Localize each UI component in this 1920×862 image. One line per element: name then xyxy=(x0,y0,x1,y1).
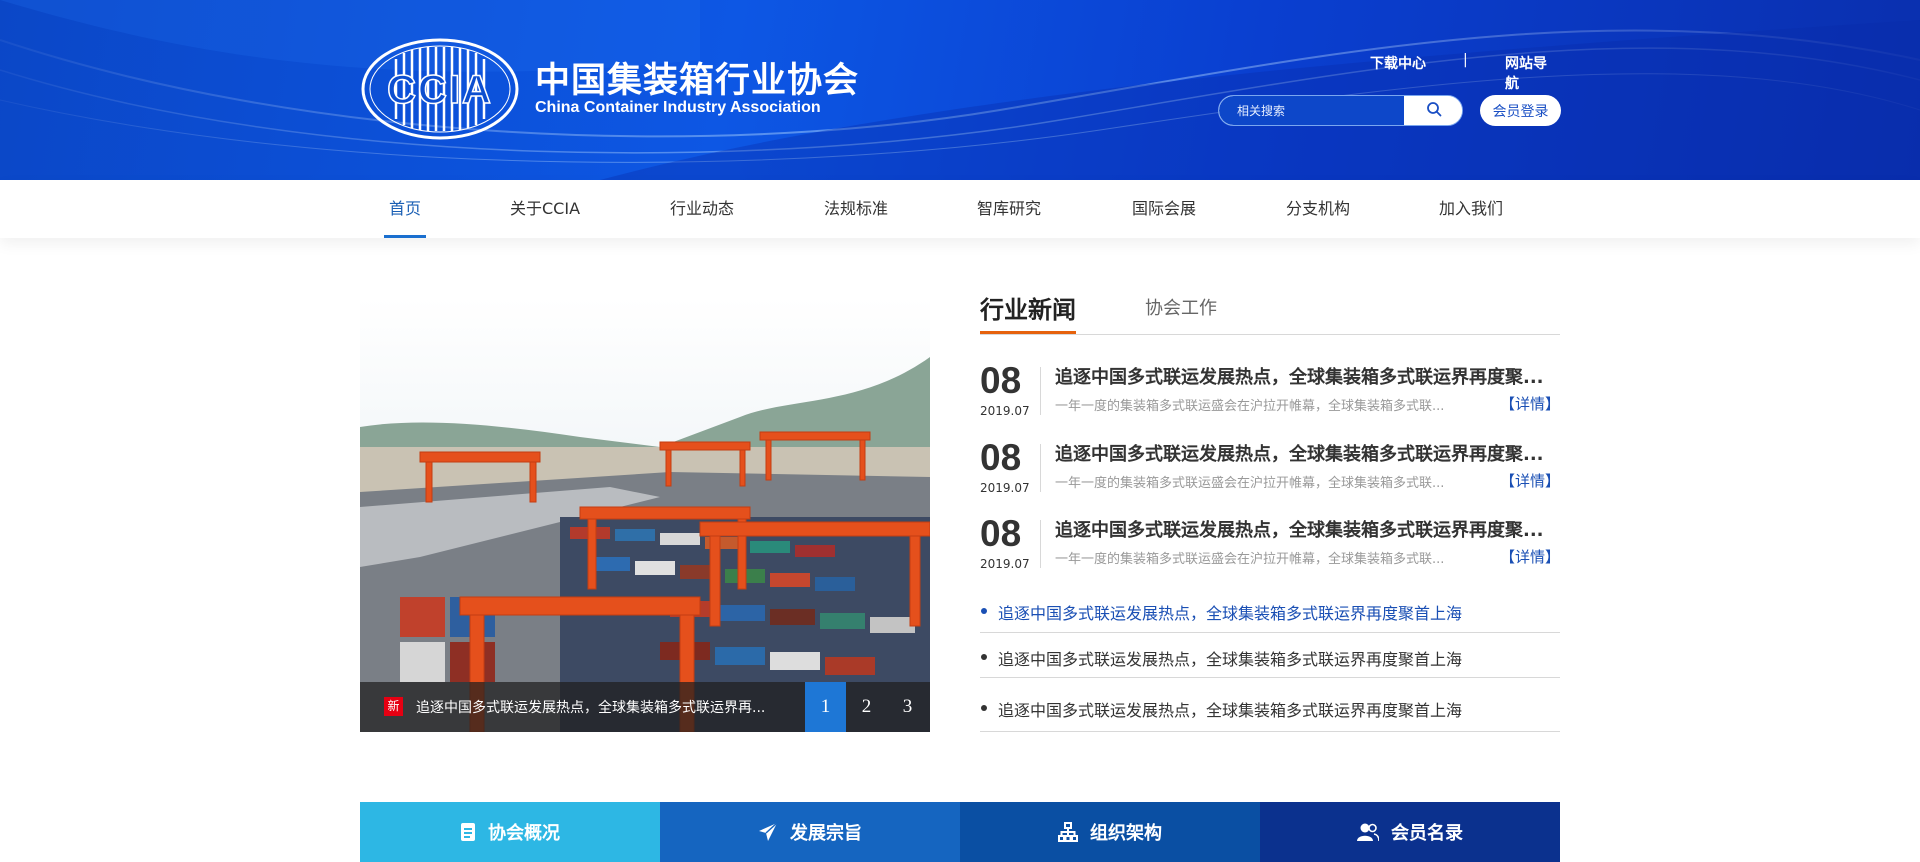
search-input[interactable] xyxy=(1219,96,1404,125)
news-detail-link[interactable]: 【详情】 xyxy=(1500,546,1560,567)
search-icon xyxy=(1426,101,1442,121)
featured-news-item: 08 2019.07 追逐中国多式联运发展热点，全球集装箱多式联运界再度聚...… xyxy=(980,361,1560,421)
quick-link-label: 组织架构 xyxy=(1090,823,1162,844)
site-subtitle: China Container Industry Association xyxy=(535,99,821,116)
header-wave-background xyxy=(0,0,1920,180)
ccia-logo[interactable]: CCIA xyxy=(360,37,520,141)
news-list-title: 追逐中国多式联运发展热点，全球集装箱多式联运界再度聚首上海 xyxy=(998,701,1463,720)
quick-link-members[interactable]: 会员名录 xyxy=(1260,802,1560,862)
users-icon xyxy=(1357,822,1379,842)
top-links: 下载中心 | 网站导航 xyxy=(1360,52,1560,92)
container-port-photo xyxy=(360,297,930,732)
org-chart-icon xyxy=(1058,822,1078,842)
site-title: 中国集装箱行业协会 xyxy=(535,61,860,101)
news-list-item[interactable]: 追逐中国多式联运发展热点，全球集装箱多式联运界再度聚首上海 xyxy=(980,678,1560,732)
tab-industry-news[interactable]: 行业新闻 xyxy=(980,290,1076,334)
news-title-link[interactable]: 追逐中国多式联运发展热点，全球集装箱多式联运界再度聚... xyxy=(1055,440,1560,466)
slide-pager-2[interactable]: 2 xyxy=(846,682,887,732)
site-navigation-link[interactable]: 网站导航 xyxy=(1505,53,1560,93)
news-summary: 一年一度的集装箱多式联运盛会在沪拉开帷幕，全球集装箱多式联... xyxy=(1055,552,1445,567)
nav-regulations-standards[interactable]: 法规标准 xyxy=(824,180,888,238)
news-day: 08 xyxy=(980,360,1022,401)
news-summary: 一年一度的集装箱多式联运盛会在沪拉开帷幕，全球集装箱多式联... xyxy=(1055,399,1445,414)
nav-international-exhibitions[interactable]: 国际会展 xyxy=(1132,180,1196,238)
news-year-month: 2019.07 xyxy=(980,404,1030,418)
news-summary: 一年一度的集装箱多式联运盛会在沪拉开帷幕，全球集装箱多式联... xyxy=(1055,476,1445,491)
news-day: 08 xyxy=(980,513,1022,554)
slide-pager-1[interactable]: 1 xyxy=(805,682,846,732)
nav-industry-news[interactable]: 行业动态 xyxy=(670,180,734,238)
quick-link-organization[interactable]: 组织架构 xyxy=(960,802,1260,862)
quick-link-overview[interactable]: 协会概况 xyxy=(360,802,660,862)
news-divider xyxy=(1040,444,1041,492)
main-navigation: 首页 关于CCIA 行业动态 法规标准 智库研究 国际会展 分支机构 加入我们 xyxy=(0,180,1920,238)
hero-caption-link[interactable]: 追逐中国多式联运发展热点，全球集装箱多式联运界再... xyxy=(416,697,771,717)
news-title-link[interactable]: 追逐中国多式联运发展热点，全球集装箱多式联运界再度聚... xyxy=(1055,363,1560,389)
news-list-title: 追逐中国多式联运发展热点，全球集装箱多式联运界再度聚首上海 xyxy=(998,650,1463,669)
news-tabs: 行业新闻 协会工作 xyxy=(980,290,1560,335)
quick-link-label: 发展宗旨 xyxy=(790,823,862,844)
paper-plane-icon xyxy=(758,822,778,842)
member-login-button[interactable]: 会员登录 xyxy=(1480,95,1561,126)
nav-branches[interactable]: 分支机构 xyxy=(1286,180,1350,238)
nav-about-ccia[interactable]: 关于CCIA xyxy=(510,180,580,238)
news-year-month: 2019.07 xyxy=(980,481,1030,495)
news-list-title: 追逐中国多式联运发展热点，全球集装箱多式联运界再度聚首上海 xyxy=(998,604,1463,623)
news-title-link[interactable]: 追逐中国多式联运发展热点，全球集装箱多式联运界再度聚... xyxy=(1055,516,1560,542)
news-year-month: 2019.07 xyxy=(980,557,1030,571)
quick-link-purpose[interactable]: 发展宗旨 xyxy=(660,802,960,862)
featured-news-item: 08 2019.07 追逐中国多式联运发展热点，全球集装箱多式联运界再度聚...… xyxy=(980,514,1560,574)
svg-text:CCIA: CCIA xyxy=(387,68,493,112)
hero-caption-bar: 新 追逐中国多式联运发展热点，全球集装箱多式联运界再... 1 2 3 xyxy=(360,682,930,732)
site-header: CCIA 中国集装箱行业协会 China Container Industry … xyxy=(0,0,1920,180)
news-divider xyxy=(1040,520,1041,568)
bullet-dot xyxy=(981,705,987,711)
featured-news-item: 08 2019.07 追逐中国多式联运发展热点，全球集装箱多式联运界再度聚...… xyxy=(980,438,1560,498)
bullet-dot xyxy=(981,654,987,660)
search-button[interactable] xyxy=(1404,96,1462,125)
hero-slider[interactable]: 新 追逐中国多式联运发展热点，全球集装箱多式联运界再... 1 2 3 xyxy=(360,297,930,732)
news-list-item[interactable]: 追逐中国多式联运发展热点，全球集装箱多式联运界再度聚首上海 xyxy=(980,633,1560,678)
nav-home[interactable]: 首页 xyxy=(383,180,427,238)
nav-think-tank[interactable]: 智库研究 xyxy=(977,180,1041,238)
slide-pager-3[interactable]: 3 xyxy=(887,682,928,732)
quick-link-label: 会员名录 xyxy=(1391,823,1463,844)
tab-association-work[interactable]: 协会工作 xyxy=(1145,294,1217,320)
quick-link-label: 协会概况 xyxy=(488,823,560,844)
bullet-dot xyxy=(981,608,987,614)
news-day: 08 xyxy=(980,437,1022,478)
news-divider xyxy=(1040,367,1041,415)
link-separator: | xyxy=(1463,52,1468,68)
news-detail-link[interactable]: 【详情】 xyxy=(1500,470,1560,491)
nav-join-us[interactable]: 加入我们 xyxy=(1439,180,1503,238)
download-center-link[interactable]: 下载中心 xyxy=(1370,53,1426,73)
new-badge: 新 xyxy=(384,697,403,716)
news-list-item[interactable]: 追逐中国多式联运发展热点，全球集装箱多式联运界再度聚首上海 xyxy=(980,596,1560,633)
document-icon xyxy=(460,822,476,842)
search-box xyxy=(1218,95,1463,126)
news-detail-link[interactable]: 【详情】 xyxy=(1500,393,1560,414)
